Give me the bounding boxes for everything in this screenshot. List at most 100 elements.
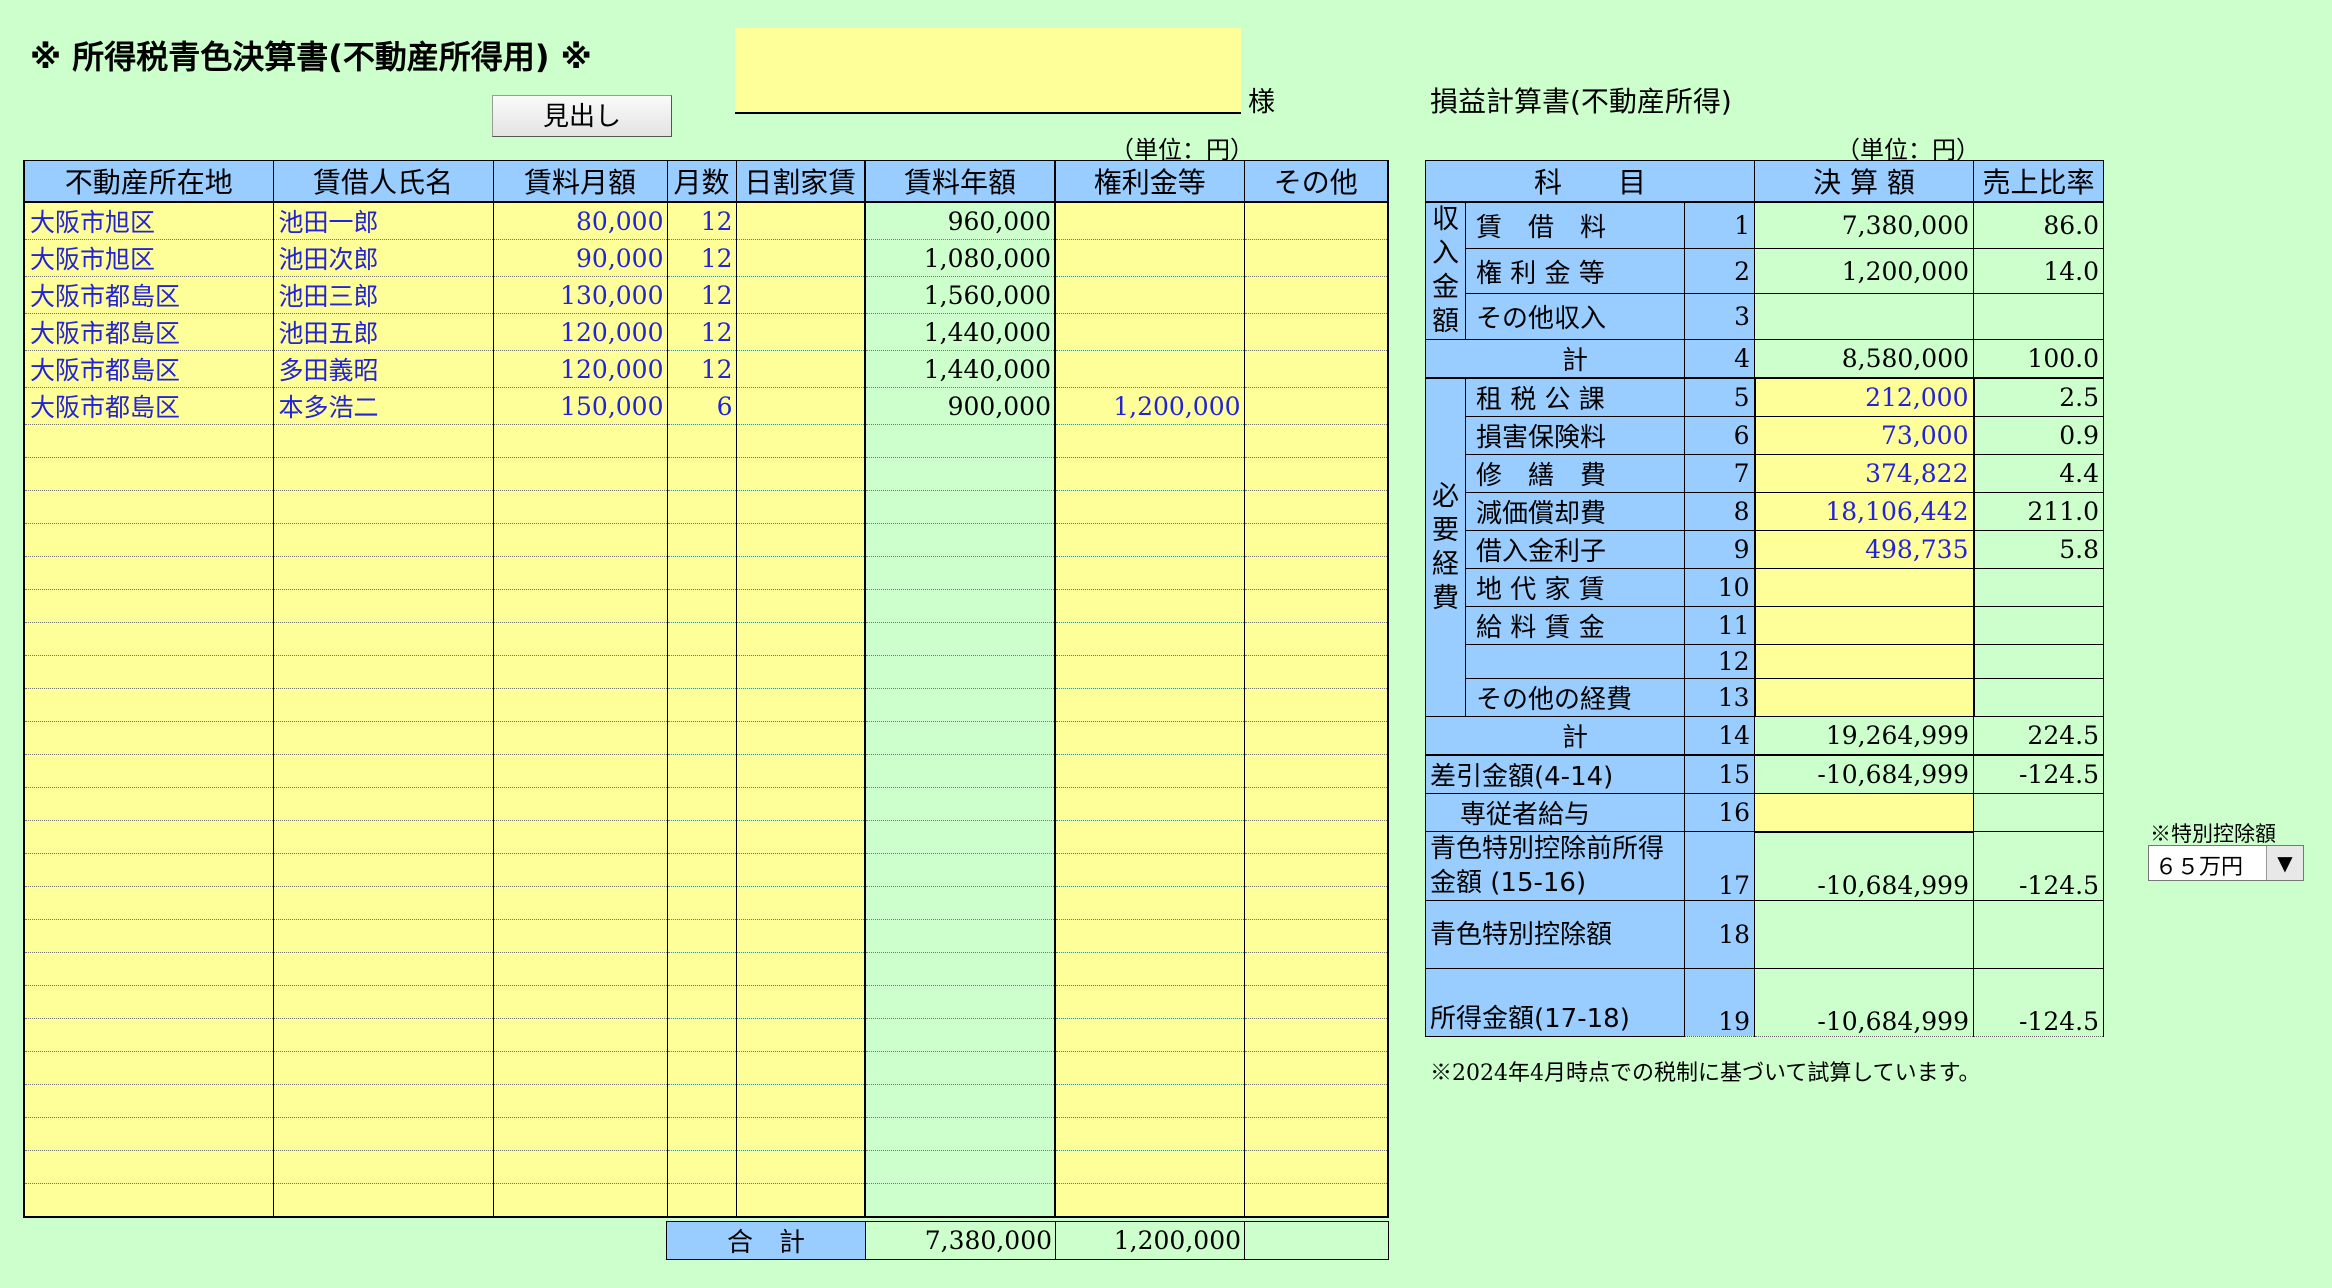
cell-monthly-rent[interactable]	[492, 985, 668, 1019]
cell-location[interactable]: 大阪市都島区	[23, 350, 274, 388]
cell-location[interactable]	[23, 556, 274, 590]
cell-tenant[interactable]: 池田次郎	[272, 239, 494, 277]
cell-location[interactable]	[23, 985, 274, 1019]
cell-monthly-rent[interactable]	[492, 1117, 668, 1151]
cell-months[interactable]	[666, 853, 737, 887]
cell-other[interactable]	[1243, 387, 1389, 425]
cell-daily-rent[interactable]	[735, 985, 866, 1019]
cell-tenant[interactable]: 池田三郎	[272, 276, 494, 314]
pl-amount-input[interactable]: 18,106,442	[1753, 492, 1975, 531]
cell-location[interactable]	[23, 1051, 274, 1085]
cell-other[interactable]	[1243, 239, 1389, 277]
cell-other[interactable]	[1243, 952, 1389, 986]
cell-location[interactable]	[23, 1150, 274, 1184]
cell-monthly-rent[interactable]: 130,000	[492, 276, 668, 314]
cell-daily-rent[interactable]	[735, 655, 866, 689]
cell-location[interactable]	[23, 523, 274, 557]
cell-daily-rent[interactable]	[735, 556, 866, 590]
cell-months[interactable]: 12	[666, 313, 737, 351]
cell-daily-rent[interactable]	[735, 1018, 866, 1052]
cell-key-money[interactable]	[1054, 1018, 1245, 1052]
cell-monthly-rent[interactable]	[492, 655, 668, 689]
cell-other[interactable]	[1243, 919, 1389, 953]
cell-tenant[interactable]	[272, 688, 494, 722]
cell-daily-rent[interactable]	[735, 313, 866, 351]
cell-location[interactable]: 大阪市旭区	[23, 239, 274, 277]
cell-key-money[interactable]	[1054, 350, 1245, 388]
cell-key-money[interactable]	[1054, 276, 1245, 314]
cell-key-money[interactable]	[1054, 820, 1245, 854]
cell-monthly-rent[interactable]	[492, 589, 668, 623]
cell-other[interactable]	[1243, 1018, 1389, 1052]
cell-daily-rent[interactable]	[735, 457, 866, 491]
cell-other[interactable]	[1243, 1084, 1389, 1118]
cell-other[interactable]	[1243, 688, 1389, 722]
cell-tenant[interactable]	[272, 886, 494, 920]
cell-other[interactable]	[1243, 490, 1389, 524]
cell-daily-rent[interactable]	[735, 721, 866, 755]
cell-daily-rent[interactable]	[735, 919, 866, 953]
cell-key-money[interactable]	[1054, 202, 1245, 240]
cell-tenant[interactable]	[272, 556, 494, 590]
pl-amount-input[interactable]	[1754, 793, 1974, 833]
cell-key-money[interactable]	[1054, 239, 1245, 277]
cell-tenant[interactable]	[272, 490, 494, 524]
cell-location[interactable]	[23, 1084, 274, 1118]
cell-other[interactable]	[1243, 1051, 1389, 1085]
cell-key-money[interactable]	[1054, 919, 1245, 953]
cell-monthly-rent[interactable]	[492, 1018, 668, 1052]
cell-months[interactable]	[666, 754, 737, 788]
cell-monthly-rent[interactable]: 90,000	[492, 239, 668, 277]
cell-months[interactable]	[666, 589, 737, 623]
cell-tenant[interactable]	[272, 787, 494, 821]
cell-monthly-rent[interactable]	[492, 424, 668, 458]
cell-months[interactable]: 12	[666, 239, 737, 277]
cell-months[interactable]	[666, 787, 737, 821]
cell-tenant[interactable]: 本多浩二	[272, 387, 494, 425]
cell-months[interactable]	[666, 721, 737, 755]
cell-key-money[interactable]	[1054, 1051, 1245, 1085]
cell-monthly-rent[interactable]	[492, 523, 668, 557]
pl-amount-input[interactable]: 374,822	[1753, 454, 1975, 493]
cell-tenant[interactable]: 池田五郎	[272, 313, 494, 351]
cell-location[interactable]: 大阪市都島区	[23, 276, 274, 314]
cell-other[interactable]	[1243, 457, 1389, 491]
cell-tenant[interactable]	[272, 457, 494, 491]
cell-other[interactable]	[1243, 853, 1389, 887]
cell-other[interactable]	[1243, 556, 1389, 590]
cell-other[interactable]	[1243, 754, 1389, 788]
cell-monthly-rent[interactable]	[492, 853, 668, 887]
cell-daily-rent[interactable]	[735, 1150, 866, 1184]
cell-location[interactable]	[23, 787, 274, 821]
cell-daily-rent[interactable]	[735, 754, 866, 788]
cell-monthly-rent[interactable]	[492, 886, 668, 920]
cell-key-money[interactable]	[1054, 754, 1245, 788]
cell-other[interactable]	[1243, 655, 1389, 689]
cell-tenant[interactable]	[272, 1084, 494, 1118]
cell-other[interactable]	[1243, 313, 1389, 351]
cell-other[interactable]	[1243, 276, 1389, 314]
customer-name-field[interactable]	[735, 28, 1241, 114]
cell-months[interactable]	[666, 820, 737, 854]
chevron-down-icon[interactable]: ▼	[2266, 846, 2303, 880]
cell-daily-rent[interactable]	[735, 424, 866, 458]
cell-location[interactable]	[23, 886, 274, 920]
cell-monthly-rent[interactable]	[492, 787, 668, 821]
cell-monthly-rent[interactable]	[492, 457, 668, 491]
pl-amount-input[interactable]: 73,000	[1753, 416, 1975, 455]
cell-tenant[interactable]	[272, 721, 494, 755]
cell-location[interactable]	[23, 754, 274, 788]
cell-months[interactable]	[666, 985, 737, 1019]
cell-tenant[interactable]	[272, 1051, 494, 1085]
cell-other[interactable]	[1243, 589, 1389, 623]
cell-monthly-rent[interactable]	[492, 919, 668, 953]
cell-monthly-rent[interactable]	[492, 1183, 668, 1218]
cell-tenant[interactable]	[272, 853, 494, 887]
cell-months[interactable]	[666, 556, 737, 590]
cell-key-money[interactable]	[1054, 622, 1245, 656]
pl-amount-input[interactable]: 498,735	[1753, 530, 1975, 569]
cell-months[interactable]	[666, 523, 737, 557]
cell-other[interactable]	[1243, 202, 1389, 240]
cell-daily-rent[interactable]	[735, 622, 866, 656]
cell-monthly-rent[interactable]	[492, 490, 668, 524]
